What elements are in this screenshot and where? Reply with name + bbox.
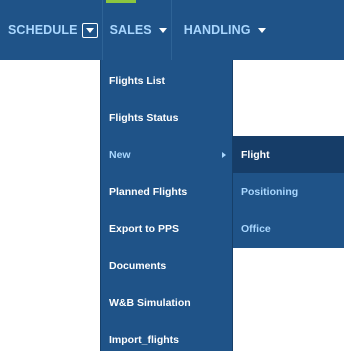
new-submenu: Flight Positioning Office	[233, 136, 344, 248]
nav-sales[interactable]: SALES	[103, 0, 171, 60]
app-stage: SCHEDULE SALES HANDLING Flights List Fli…	[0, 0, 344, 351]
submenu-item-positioning[interactable]: Positioning	[233, 173, 344, 210]
chevron-right-icon	[222, 151, 226, 158]
menu-item-planned-flights[interactable]: Planned Flights	[101, 173, 232, 210]
menu-item-flights-list[interactable]: Flights List	[101, 62, 232, 99]
submenu-item-office[interactable]: Office	[233, 210, 344, 247]
nav-sales-label: SALES	[109, 23, 152, 37]
menu-item-wb-simulation[interactable]: W&B Simulation	[101, 284, 232, 321]
menu-item-documents[interactable]: Documents	[101, 247, 232, 284]
menu-item-new-label: New	[109, 148, 131, 161]
nav-schedule-label: SCHEDULE	[8, 23, 78, 37]
menu-item-new[interactable]: New	[101, 136, 232, 173]
menu-item-flights-status[interactable]: Flights Status	[101, 99, 232, 136]
nav-schedule[interactable]: SCHEDULE	[4, 0, 136, 60]
menu-item-import-flights[interactable]: Import_flights	[101, 321, 232, 351]
submenu-item-flight[interactable]: Flight	[233, 136, 344, 173]
caret-down-icon	[85, 27, 94, 33]
caret-down-icon	[257, 27, 266, 33]
dropdown-toggle-button[interactable]	[81, 22, 98, 38]
top-navbar: SCHEDULE SALES HANDLING	[0, 0, 344, 60]
schedule-dropdown-menu: Flights List Flights Status New Planned …	[100, 60, 233, 351]
menu-item-export-to-pps[interactable]: Export to PPS	[101, 210, 232, 247]
nav-handling-label: HANDLING	[183, 23, 251, 37]
caret-down-icon	[158, 27, 167, 33]
nav-handling[interactable]: HANDLING	[172, 0, 270, 60]
